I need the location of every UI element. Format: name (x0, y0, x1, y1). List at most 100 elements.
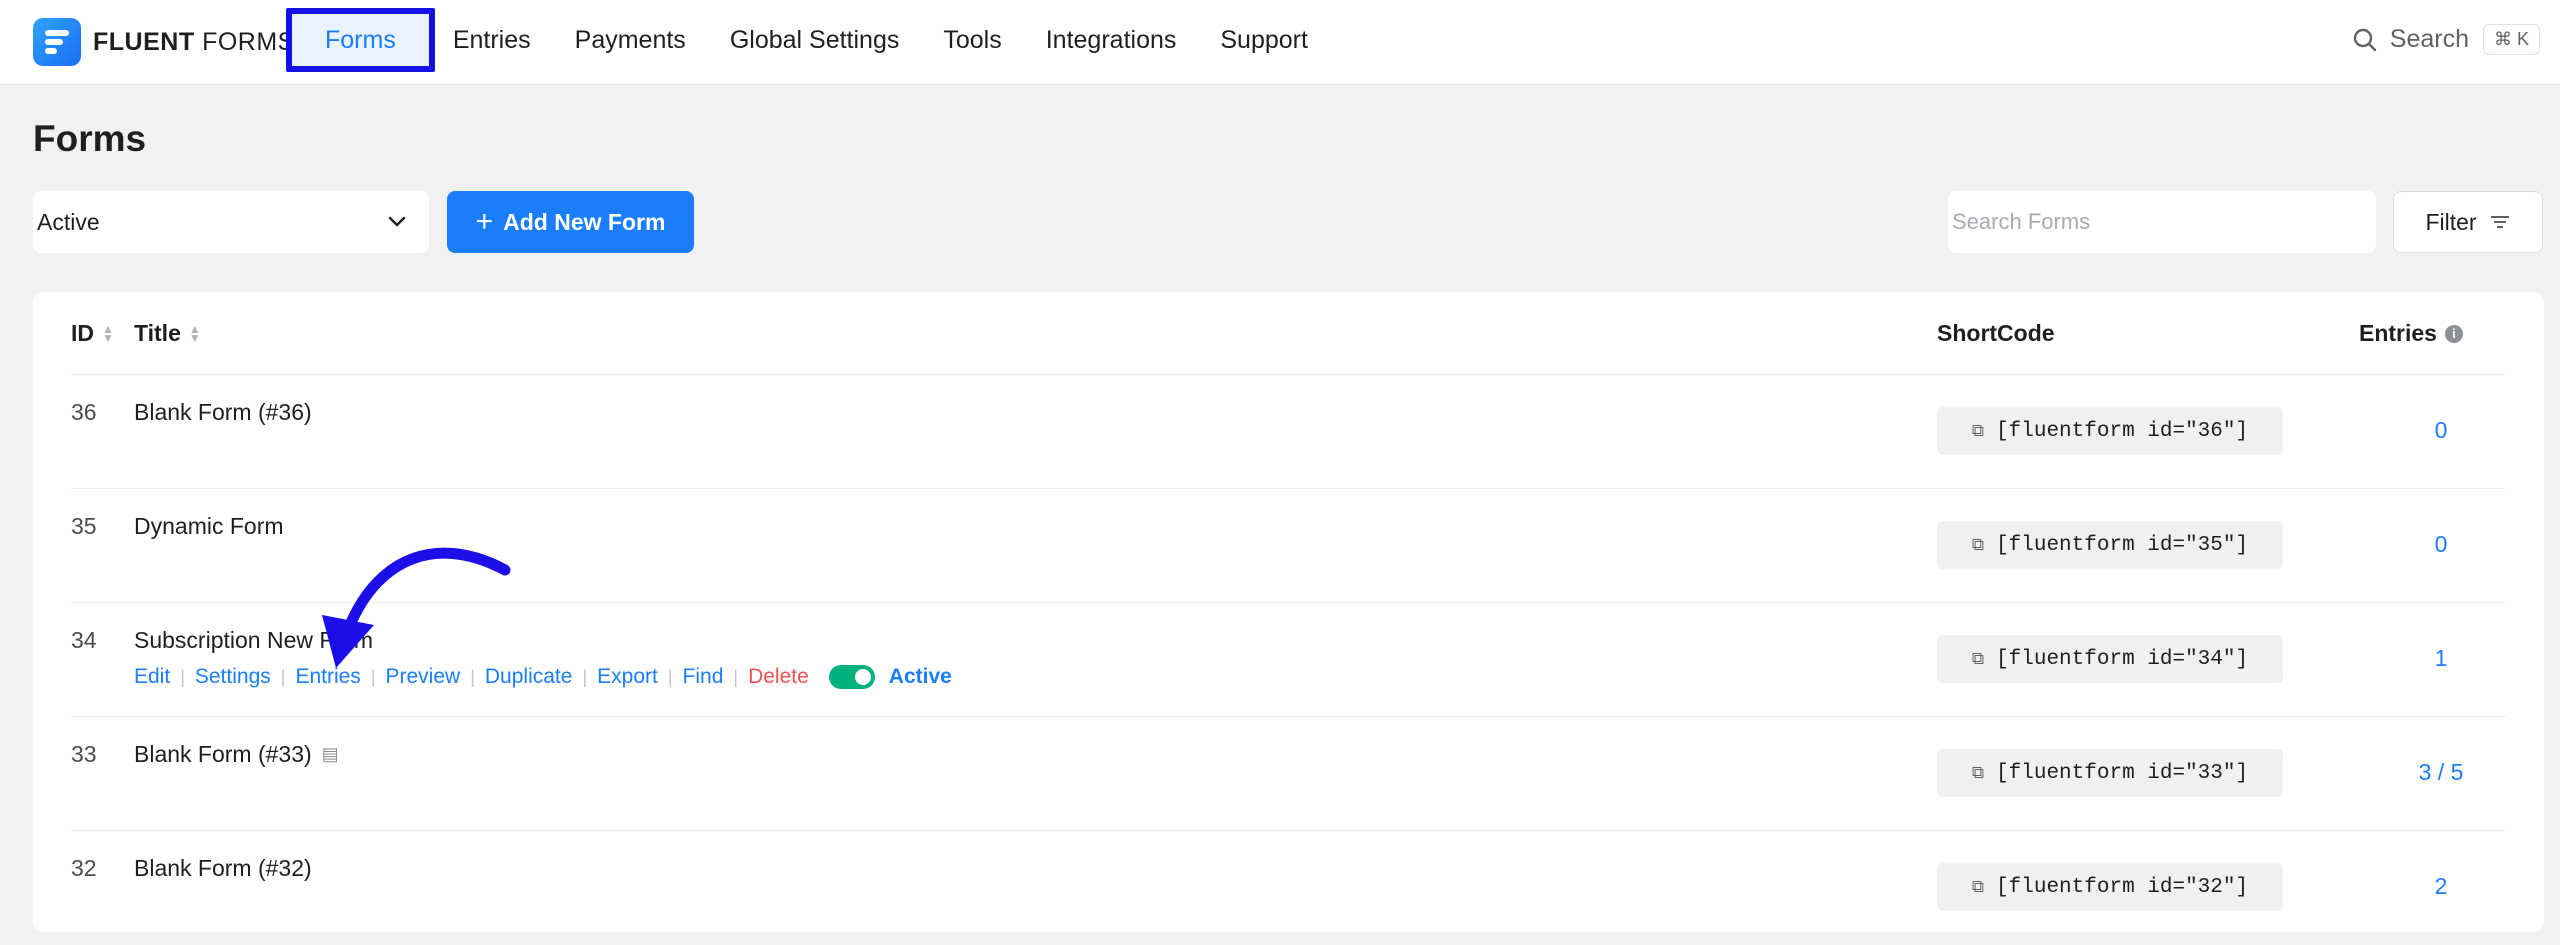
entries-count-link[interactable]: 0 (2351, 531, 2531, 558)
entries-count-link[interactable]: 2 (2351, 873, 2531, 900)
nav-support[interactable]: Support (1220, 8, 1308, 72)
info-icon[interactable]: i (2444, 324, 2463, 343)
filter-label: Filter (2425, 208, 2477, 235)
top-navigation-bar: FLUENT FORMS Forms Entries Payments Glob… (0, 0, 2560, 85)
form-status-label: Active (888, 665, 952, 688)
edit-link[interactable]: Edit (134, 665, 170, 689)
table-row[interactable]: 35 Dynamic Form ⧉ [fluentform id="35"] 0 (71, 488, 2506, 603)
shortcode-copy-button[interactable]: ⧉ [fluentform id="34"] (1937, 635, 2283, 683)
nav-payments[interactable]: Payments (575, 8, 686, 72)
action-separator: | (470, 666, 475, 687)
forms-table: ID ▲ ▼ Title ▲ ▼ ShortCode Entries i 36 Bl… (33, 292, 2544, 932)
copy-icon: ⧉ (1971, 535, 1985, 555)
export-link[interactable]: Export (597, 665, 658, 689)
preview-link[interactable]: Preview (386, 665, 461, 689)
form-id: 33 (71, 741, 97, 767)
brand-name-bold: FLUENT (93, 27, 195, 56)
main-nav: Forms Entries Payments Global Settings T… (286, 8, 1352, 72)
global-search[interactable]: Search ⌘ K (2352, 24, 2540, 55)
find-link[interactable]: Find (683, 665, 724, 689)
form-status-toggle[interactable] (828, 665, 875, 689)
sort-icon[interactable]: ▲ ▼ (102, 323, 114, 344)
shortcode-text: [fluentform id="36"] (1996, 419, 2249, 443)
column-header-entries-label: Entries (2359, 320, 2437, 346)
add-new-form-label: Add New Form (503, 208, 666, 235)
nav-tools[interactable]: Tools (943, 8, 1001, 72)
search-forms-placeholder: Search Forms (1952, 209, 2091, 234)
conversational-form-icon: ▤ (321, 744, 339, 764)
form-title[interactable]: Dynamic Form (134, 513, 284, 540)
action-separator: | (733, 666, 739, 687)
search-shortcut-badge: ⌘ K (2482, 24, 2540, 55)
global-search-label: Search (2389, 25, 2469, 53)
shortcode-copy-button[interactable]: ⧉ [fluentform id="32"] (1937, 863, 2283, 911)
column-header-title-label: Title (134, 320, 181, 346)
form-title-text: Blank Form (#32) (134, 855, 312, 881)
form-title[interactable]: Blank Form (#33) ▤ (134, 741, 339, 768)
filter-lines-icon (2490, 216, 2509, 228)
nav-forms[interactable]: Forms (286, 8, 435, 72)
table-row[interactable]: 36 Blank Form (#36) ⧉ [fluentform id="36… (71, 374, 2506, 489)
chevron-down-icon (388, 216, 406, 227)
form-title[interactable]: Subscription New Form (134, 627, 373, 654)
delete-link[interactable]: Delete (748, 665, 809, 689)
column-header-id[interactable]: ID ▲ ▼ (71, 320, 114, 347)
shortcode-text: [fluentform id="33"] (1996, 761, 2249, 785)
duplicate-link[interactable]: Duplicate (485, 665, 573, 689)
nav-global-settings[interactable]: Global Settings (730, 8, 900, 72)
table-row[interactable]: 33 Blank Form (#33) ▤ ⧉ [fluentform id="… (71, 716, 2506, 831)
plus-icon: + (475, 205, 494, 238)
add-new-form-button[interactable]: + Add New Form (447, 191, 694, 253)
action-separator: | (582, 666, 588, 687)
entries-count-link[interactable]: 0 (2351, 417, 2531, 444)
column-header-title[interactable]: Title ▲ ▼ (134, 320, 201, 347)
shortcode-text: [fluentform id="35"] (1996, 533, 2249, 557)
nav-entries[interactable]: Entries (453, 8, 531, 72)
nav-integrations[interactable]: Integrations (1046, 8, 1177, 72)
brand-logo[interactable]: FLUENT FORMS (33, 18, 295, 66)
shortcode-copy-button[interactable]: ⧉ [fluentform id="33"] (1937, 749, 2283, 797)
brand-name-light: FORMS (202, 27, 295, 56)
search-forms-input[interactable]: Search Forms (1948, 191, 2376, 253)
shortcode-copy-button[interactable]: ⧉ [fluentform id="36"] (1937, 407, 2283, 455)
page-title: Forms (33, 118, 147, 159)
form-id: 32 (71, 855, 97, 881)
form-title-text: Subscription New Form (134, 627, 374, 653)
column-header-entries: Entries i (2359, 320, 2463, 347)
shortcode-text: [fluentform id="32"] (1996, 875, 2249, 899)
copy-icon: ⧉ (1971, 421, 1985, 441)
fluent-forms-logo-icon (33, 18, 81, 66)
form-id: 34 (71, 627, 97, 653)
column-header-shortcode-label: ShortCode (1937, 320, 2055, 346)
table-row[interactable]: 32 Blank Form (#32) ⧉ [fluentform id="32… (71, 830, 2506, 945)
shortcode-text: [fluentform id="34"] (1996, 647, 2249, 671)
action-separator: | (180, 666, 185, 687)
action-separator: | (280, 666, 286, 687)
sort-icon[interactable]: ▲ ▼ (189, 323, 201, 344)
form-id: 35 (71, 513, 97, 539)
entries-count-link[interactable]: 3 / 5 (2351, 759, 2531, 786)
status-filter-select[interactable]: Active (33, 191, 429, 253)
entries-link[interactable]: Entries (295, 665, 360, 689)
form-id: 36 (71, 399, 97, 425)
filter-button[interactable]: Filter (2393, 191, 2543, 253)
form-title-text: Blank Form (#33) (134, 741, 312, 767)
status-filter-value: Active (37, 208, 100, 235)
settings-link[interactable]: Settings (195, 665, 271, 689)
form-title-text: Dynamic Form (134, 513, 284, 539)
action-separator: | (370, 666, 376, 687)
form-title[interactable]: Blank Form (#36) (134, 399, 312, 426)
shortcode-copy-button[interactable]: ⧉ [fluentform id="35"] (1937, 521, 2283, 569)
search-icon (2353, 28, 2376, 51)
form-title-text: Blank Form (#36) (134, 399, 312, 425)
form-title[interactable]: Blank Form (#32) (134, 855, 312, 882)
row-actions: Edit | Settings | Entries | Preview | Du… (134, 665, 952, 689)
column-header-shortcode: ShortCode (1937, 320, 2055, 347)
entries-count-link[interactable]: 1 (2351, 645, 2531, 672)
copy-icon: ⧉ (1971, 877, 1985, 897)
table-header: ID ▲ ▼ Title ▲ ▼ ShortCode Entries i (33, 292, 2544, 374)
table-row[interactable]: 34 Subscription New Form Edit | Settings… (71, 602, 2506, 717)
column-header-id-label: ID (71, 320, 94, 346)
copy-icon: ⧉ (1971, 649, 1985, 669)
action-separator: | (667, 666, 673, 687)
